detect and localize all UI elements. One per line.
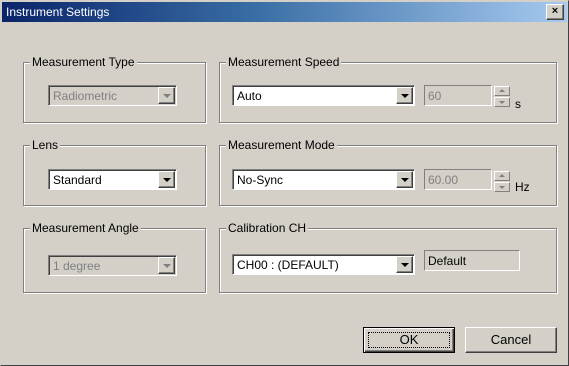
arrow-down-icon — [499, 186, 505, 189]
window-title: Instrument Settings — [6, 5, 110, 19]
chevron-down-icon — [163, 94, 171, 98]
chevron-down-icon — [401, 263, 409, 267]
lens-select[interactable]: Standard — [48, 169, 177, 190]
chevron-down-icon — [163, 178, 171, 182]
calibration-name-display: Default — [424, 250, 520, 271]
measurement-mode-dropdown-button[interactable] — [396, 171, 413, 188]
instrument-settings-dialog: Instrument Settings × Measurement Type R… — [0, 0, 569, 366]
sync-frequency-spinner[interactable] — [494, 171, 510, 192]
measurement-angle-value: 1 degree — [53, 259, 101, 273]
measurement-time-spinner[interactable] — [494, 86, 510, 107]
measurement-time-input[interactable]: 60 — [424, 85, 492, 106]
chevron-down-icon — [401, 178, 409, 182]
sync-frequency-input[interactable]: 60.00 — [424, 169, 492, 190]
spin-up-button[interactable] — [494, 171, 510, 181]
close-button[interactable]: × — [546, 4, 564, 20]
measurement-type-select[interactable]: Radiometric — [48, 85, 177, 106]
arrow-down-icon — [499, 101, 505, 104]
cancel-button[interactable]: Cancel — [465, 327, 557, 353]
calibration-channel-dropdown-button[interactable] — [396, 256, 413, 273]
calibration-ch-label: Calibration CH — [226, 221, 309, 235]
lens-value: Standard — [53, 173, 102, 187]
measurement-speed-value: Auto — [237, 89, 262, 103]
spin-up-button[interactable] — [494, 86, 510, 96]
spin-down-button[interactable] — [494, 182, 510, 192]
focus-indicator — [368, 332, 450, 348]
cancel-button-label: Cancel — [490, 332, 532, 347]
measurement-speed-label: Measurement Speed — [226, 55, 342, 69]
measurement-time-value: 60 — [428, 89, 442, 103]
measurement-mode-value: No-Sync — [237, 173, 284, 187]
lens-label: Lens — [30, 138, 61, 152]
measurement-mode-label: Measurement Mode — [226, 138, 337, 152]
seconds-unit-label: s — [515, 97, 521, 111]
hertz-unit-label: Hz — [515, 180, 530, 194]
measurement-speed-select[interactable]: Auto — [232, 85, 415, 106]
measurement-type-dropdown-button[interactable] — [158, 87, 175, 104]
measurement-type-label: Measurement Type — [30, 55, 137, 69]
calibration-channel-select[interactable]: CH00 : (DEFAULT) — [232, 254, 415, 275]
chevron-down-icon — [163, 264, 171, 268]
calibration-channel-value: CH00 : (DEFAULT) — [237, 258, 339, 272]
lens-dropdown-button[interactable] — [158, 171, 175, 188]
measurement-speed-dropdown-button[interactable] — [396, 87, 413, 104]
arrow-up-icon — [499, 89, 505, 92]
spin-down-button[interactable] — [494, 97, 510, 107]
title-bar[interactable]: Instrument Settings × — [2, 2, 567, 22]
measurement-angle-select[interactable]: 1 degree — [48, 255, 177, 276]
arrow-up-icon — [499, 174, 505, 177]
measurement-angle-label: Measurement Angle — [30, 221, 141, 235]
calibration-name-value: Default — [428, 254, 467, 268]
ok-button[interactable]: OK — [363, 327, 455, 353]
measurement-angle-dropdown-button[interactable] — [158, 257, 175, 274]
sync-frequency-value: 60.00 — [428, 173, 459, 187]
measurement-mode-select[interactable]: No-Sync — [232, 169, 415, 190]
chevron-down-icon — [401, 94, 409, 98]
measurement-type-value: Radiometric — [53, 89, 118, 103]
